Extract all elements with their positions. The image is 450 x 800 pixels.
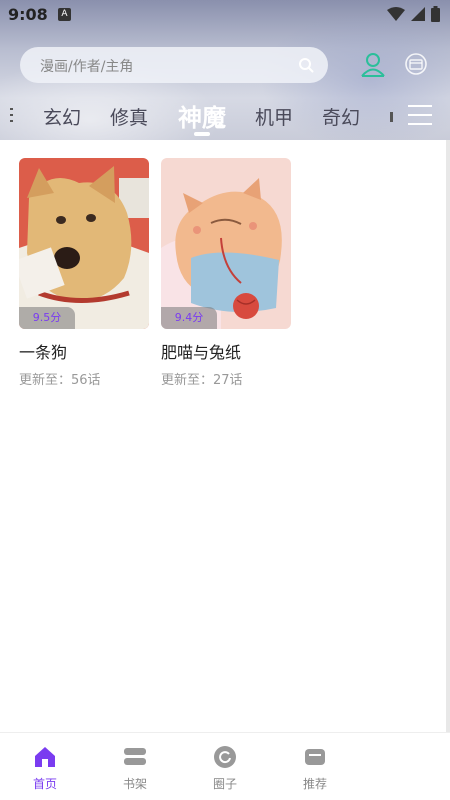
home-icon	[35, 747, 55, 767]
scroll-edge	[446, 140, 450, 732]
search-placeholder: 漫画/作者/主角	[40, 59, 134, 75]
nav-recommend[interactable]: 推荐	[270, 733, 360, 800]
comic-update: 更新至：56话	[19, 373, 101, 388]
battery-icon	[431, 6, 440, 22]
score-badge: 9.4分	[161, 307, 217, 329]
nav-home-label: 首页	[32, 777, 57, 791]
signal-icon	[411, 7, 425, 21]
circle-icon	[214, 746, 236, 768]
nav-bookshelf-label: 书架	[122, 777, 147, 791]
dog-cover-image	[19, 158, 149, 329]
nav-bookshelf[interactable]: 书架	[90, 733, 180, 800]
comic-title[interactable]: 一条狗	[19, 339, 149, 363]
comic-card[interactable]: 9.4分 肥喵与兔纸 更新至：27话	[161, 158, 291, 388]
comic-cover[interactable]: 9.5分	[19, 158, 149, 329]
nav-recommend-label: 推荐	[302, 777, 327, 791]
history-box-icon[interactable]	[404, 52, 428, 76]
tab-shenmo[interactable]: 神魔	[178, 98, 226, 133]
status-time: 9:08	[8, 5, 48, 24]
search-input[interactable]: 漫画/作者/主角	[20, 47, 328, 83]
tab-qihuan[interactable]: 奇幻	[322, 103, 360, 130]
bookshelf-icon	[124, 748, 146, 765]
comic-cover[interactable]: 9.4分	[161, 158, 291, 329]
nav-home[interactable]: 首页	[0, 733, 90, 800]
tab-jijia[interactable]: 机甲	[255, 103, 293, 130]
nav-circle-label: 圈子	[212, 777, 237, 791]
app-notification-icon: A	[58, 8, 71, 21]
tab-active-indicator	[194, 132, 210, 136]
comic-card[interactable]: 9.5分 一条狗 更新至：56话	[19, 158, 149, 388]
status-bar: 9:08 A	[0, 0, 450, 30]
search-icon[interactable]	[298, 57, 314, 73]
status-icons	[387, 6, 440, 22]
comic-update: 更新至：27话	[161, 373, 243, 388]
score-badge: 9.5分	[19, 307, 75, 329]
tab-overflow-hint	[390, 112, 393, 122]
recommend-icon	[305, 749, 325, 765]
wifi-icon	[387, 7, 405, 21]
menu-icon[interactable]	[408, 104, 432, 126]
category-tabs: 玄幻 修真 神魔 机甲 奇幻	[0, 96, 450, 136]
tab-xuanhuan[interactable]: 玄幻	[43, 103, 81, 130]
nav-circle[interactable]: 圈子	[180, 733, 270, 800]
comic-title[interactable]: 肥喵与兔纸	[161, 339, 291, 363]
comic-grid: 9.5分 一条狗 更新至：56话 9.4分 肥喵与兔纸 更新至：27话	[0, 140, 450, 732]
user-icon[interactable]	[360, 51, 386, 77]
tab-xiuzhen[interactable]: 修真	[110, 103, 148, 130]
tab-dots-icon	[10, 108, 13, 122]
cat-cover-image	[161, 158, 291, 329]
bottom-nav: 首页 书架 圈子 推荐	[0, 732, 450, 800]
